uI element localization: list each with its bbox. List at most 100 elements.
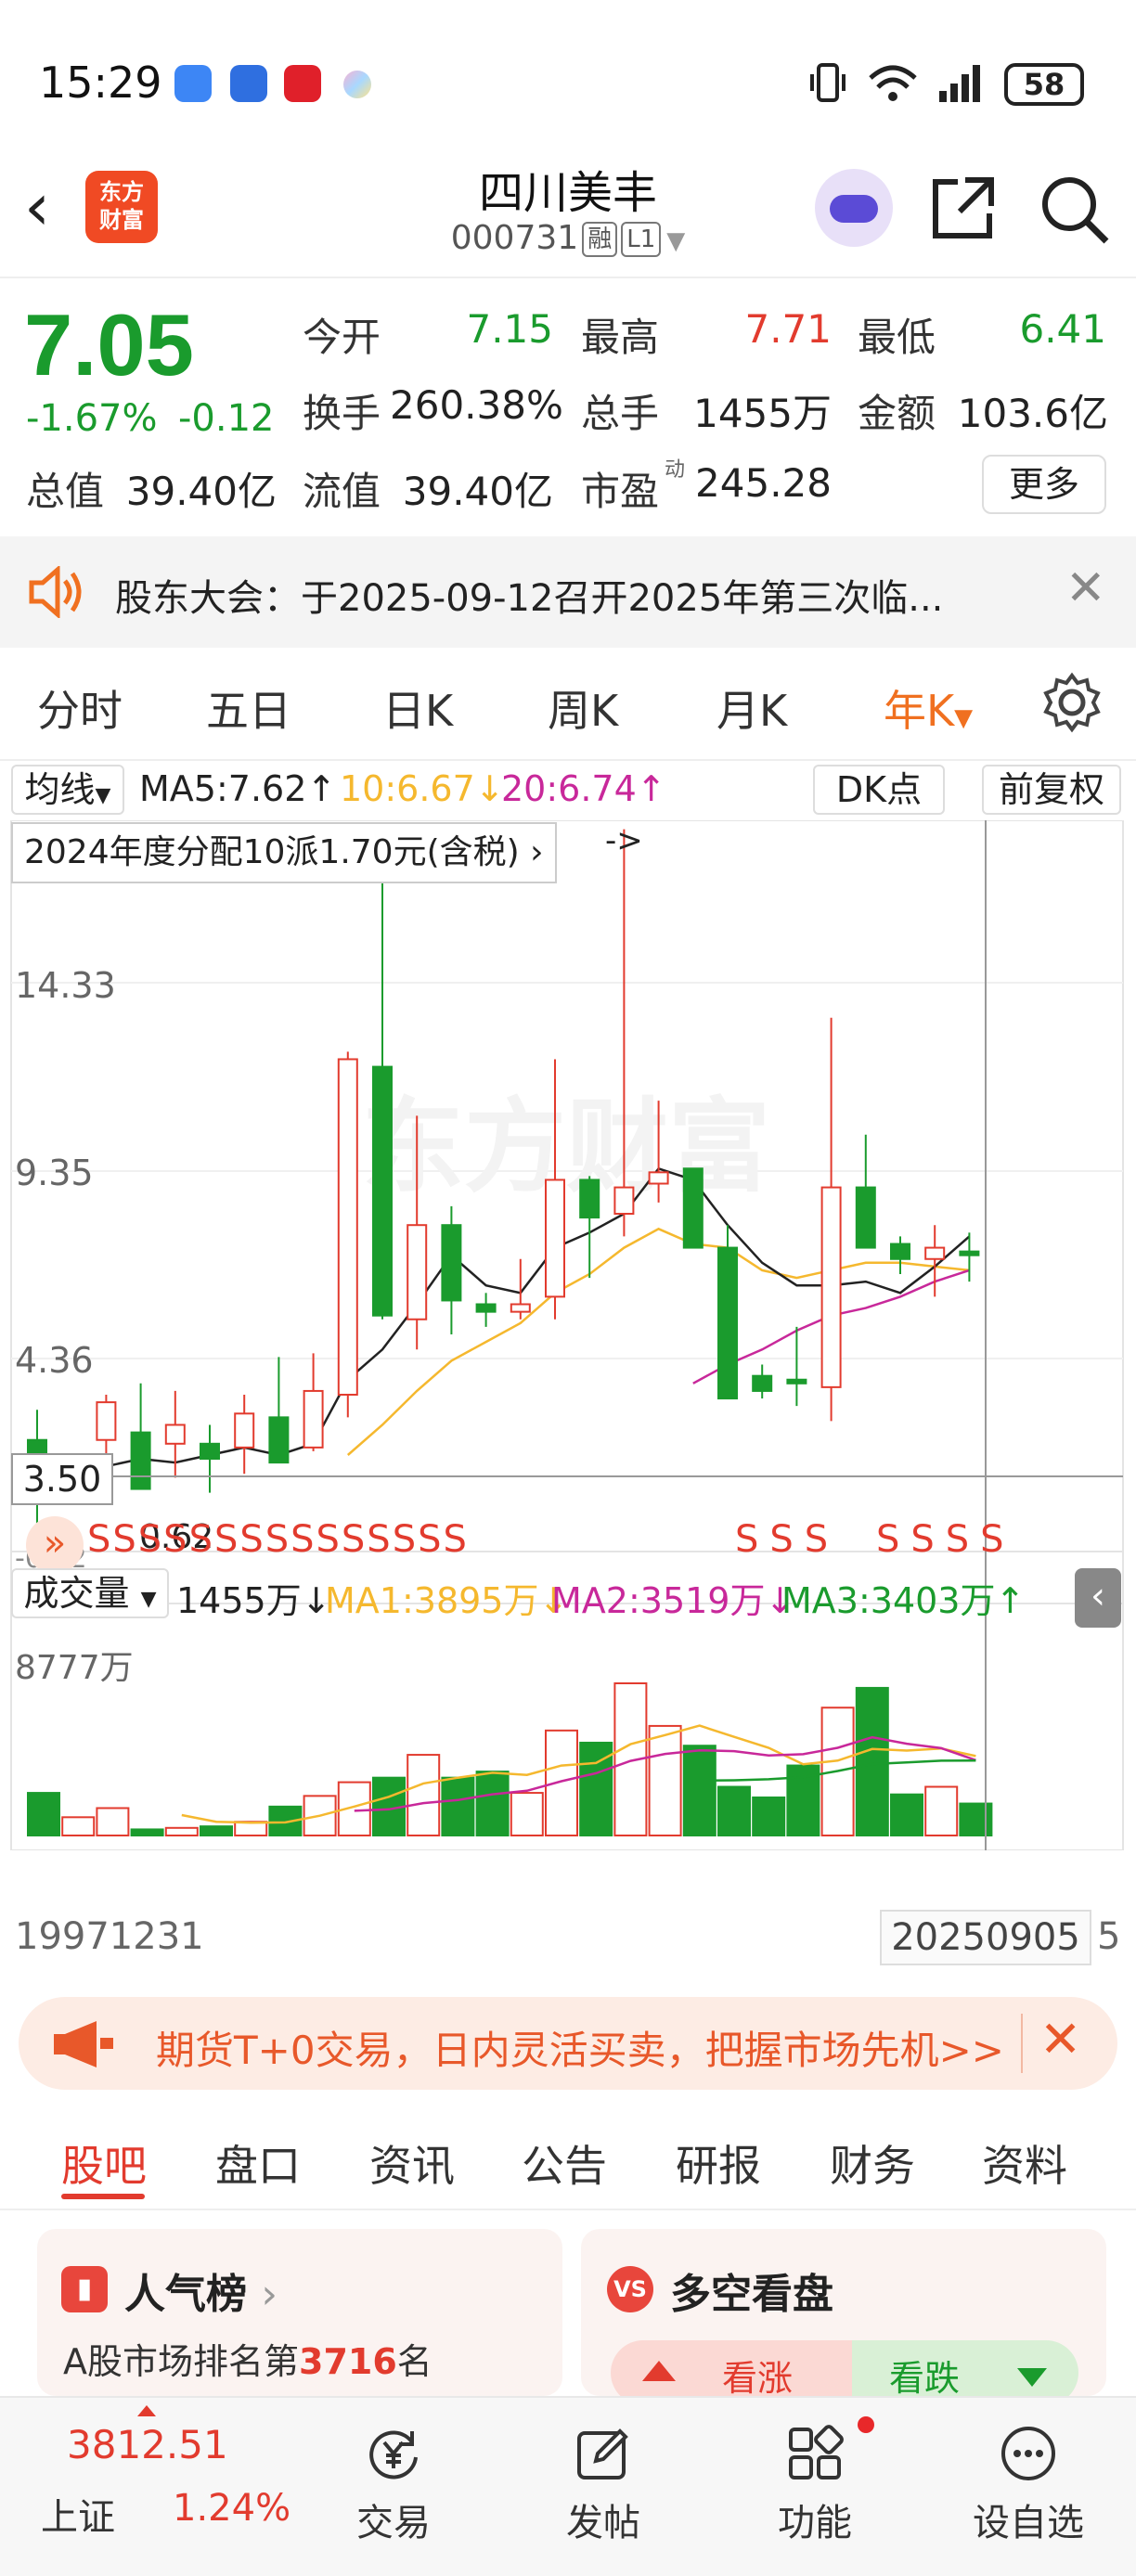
tab-monthly-k[interactable]: 月K (716, 677, 787, 739)
ma10-legend: 10:6.67↓ (340, 768, 505, 809)
nav-settings[interactable]: 设自选 (954, 2398, 1103, 2546)
volume-bar (890, 1793, 923, 1836)
settings-gear-icon[interactable] (1041, 672, 1103, 733)
tab-announcements[interactable]: 公告 (522, 2132, 607, 2194)
dividend-note[interactable]: 2024年度分配10派1.70元(含税) › (11, 822, 557, 883)
ma-selector[interactable]: 均线▼ (11, 765, 124, 815)
price-axis-label: 4.36 (15, 1340, 94, 1381)
collapse-panel-button[interactable]: ‹ (1075, 1568, 1121, 1628)
index-up-arrow-icon (137, 2405, 156, 2416)
up-arrow-icon (642, 2361, 676, 2381)
candle-body (200, 1442, 220, 1461)
volume-ma2: MA2:3519万↓ (551, 1580, 795, 1621)
index-change[interactable]: 1.24% (173, 2487, 290, 2530)
dividend-arrow: -> (605, 822, 643, 859)
robot-assistant-icon[interactable] (815, 169, 893, 247)
volume-bar (234, 1821, 268, 1836)
futures-ad-banner[interactable]: 期货T+0交易，日内灵活买卖，把握市场先机>> ✕ (19, 1997, 1117, 2090)
high-value: 7.71 (744, 306, 832, 352)
candle-body (820, 1186, 842, 1388)
margin-tag: 融 (582, 222, 618, 257)
candle-body (337, 1058, 358, 1396)
volume-bar (855, 1686, 889, 1836)
volume-bar (682, 1745, 716, 1836)
index-value[interactable]: 3812.51 (67, 2422, 228, 2467)
volume-ma1: MA1:3895万↓ (325, 1580, 569, 1621)
notification-dot (858, 2416, 874, 2433)
change-amount: -0.12 (178, 397, 275, 440)
tab-guba[interactable]: 股吧 (61, 2132, 147, 2194)
tab-news[interactable]: 资讯 (369, 2132, 455, 2194)
volume-value: 1455万↓ (176, 1580, 331, 1621)
sentiment-card[interactable]: VS 多空看盘 看涨 看跌 (581, 2229, 1106, 2396)
more-button[interactable]: 更多 (982, 455, 1106, 514)
index-name[interactable]: 上证 (41, 2487, 115, 2541)
watermark-text: 东方财富 (362, 1088, 770, 1206)
turnover-label: 换手 (303, 391, 381, 436)
close-icon[interactable]: ✕ (1065, 560, 1106, 616)
tab-intraday[interactable]: 分时 (37, 677, 123, 739)
expand-left-icon[interactable]: » (26, 1516, 84, 1574)
active-tab-underline (61, 2194, 145, 2199)
share-icon[interactable] (928, 173, 999, 243)
high-label: 最高 (581, 315, 660, 360)
caret-down-icon: ▼ (954, 704, 974, 732)
tab-weekly-k[interactable]: 周K (548, 677, 618, 739)
tab-yearly-k[interactable]: 年K▼ (884, 677, 973, 739)
pe-label: 市盈 (581, 469, 660, 514)
tab-order-book[interactable]: 盘口 (215, 2132, 301, 2194)
tab-profile[interactable]: 资料 (982, 2132, 1067, 2194)
notice-text: 股东大会：于2025-09-12召开2025年第三次临... (115, 577, 944, 620)
candle-body (682, 1167, 704, 1249)
edit-post-icon (577, 2428, 628, 2479)
volume-bar (407, 1754, 441, 1837)
stock-code: 000731 (450, 219, 579, 257)
candle-body (579, 1179, 600, 1219)
candle-body (545, 1179, 565, 1298)
kline-chart-area[interactable]: 均线▼ MA5:7.62↑ 10:6.67↓ 20:6.74↑ DK点 前复权 … (0, 759, 1136, 1965)
date-end-fragment: 5 (1097, 1915, 1121, 1958)
low-value: 6.41 (1019, 306, 1106, 352)
quote-panel: 7.05 -1.67% -0.12 今开 7.15 最高 7.71 最低 6.4… (0, 278, 1136, 536)
kline-svg[interactable]: 东方财富 (0, 820, 1136, 1850)
battery-indicator: 58 (1004, 63, 1084, 106)
banner-text: 期货T+0交易，日内灵活买卖，把握市场先机>> (156, 2028, 1004, 2073)
color-ball-icon (343, 71, 371, 98)
candle-body (786, 1378, 807, 1385)
low-label: 最低 (858, 315, 936, 360)
more-dots-icon (1001, 2427, 1055, 2480)
bear-vote-button[interactable]: 看跌 (852, 2340, 1078, 2396)
browser-app-icon (174, 65, 212, 102)
current-price: 7.05 (24, 296, 194, 393)
popularity-card[interactable]: ▮ 人气榜 › A股市场排名第3716名 (37, 2229, 562, 2396)
search-icon[interactable] (1038, 173, 1112, 247)
versus-icon: VS (607, 2266, 653, 2312)
stock-header: ‹ 东方 财富 四川美丰 000731 融 L1 ▼ (0, 139, 1136, 278)
bull-vote-button[interactable]: 看涨 (611, 2340, 852, 2396)
eastmoney-notification-icon (284, 65, 321, 102)
candle-body (752, 1374, 773, 1392)
nav-post[interactable]: 发帖 (529, 2398, 678, 2546)
s-signal-markers-left: SSSSSSSSSSSSSSS (87, 1518, 469, 1561)
tab-research[interactable]: 研报 (676, 2132, 761, 2194)
notice-bar[interactable]: 股东大会：于2025-09-12召开2025年第三次临... ✕ (0, 536, 1136, 648)
level-tag: L1 (621, 222, 662, 257)
banner-divider (1021, 2014, 1023, 2073)
dk-point-button[interactable]: DK点 (813, 765, 945, 815)
price-adjust-button[interactable]: 前复权 (982, 765, 1121, 815)
nav-trade[interactable]: 交易 (319, 2398, 468, 2546)
volume-selector[interactable]: 成交量 ▼ (11, 1568, 169, 1618)
date-cursor-label: 20250905 (880, 1910, 1091, 1965)
volume-bar (924, 1785, 959, 1837)
tab-daily-k[interactable]: 日K (382, 677, 453, 739)
candle-body (234, 1412, 255, 1449)
chevron-down-icon[interactable]: ▼ (666, 227, 685, 255)
candle-body (924, 1246, 946, 1260)
sentiment-title: 多空看盘 (670, 2271, 833, 2318)
close-icon[interactable]: ✕ (1039, 2010, 1081, 2068)
tab-financials[interactable]: 财务 (830, 2132, 915, 2194)
speaker-icon (29, 566, 82, 618)
s-signal-markers-mid: SSS (735, 1518, 840, 1561)
status-bar: 15:29 58 (0, 0, 1136, 139)
tab-five-day[interactable]: 五日 (206, 677, 291, 739)
